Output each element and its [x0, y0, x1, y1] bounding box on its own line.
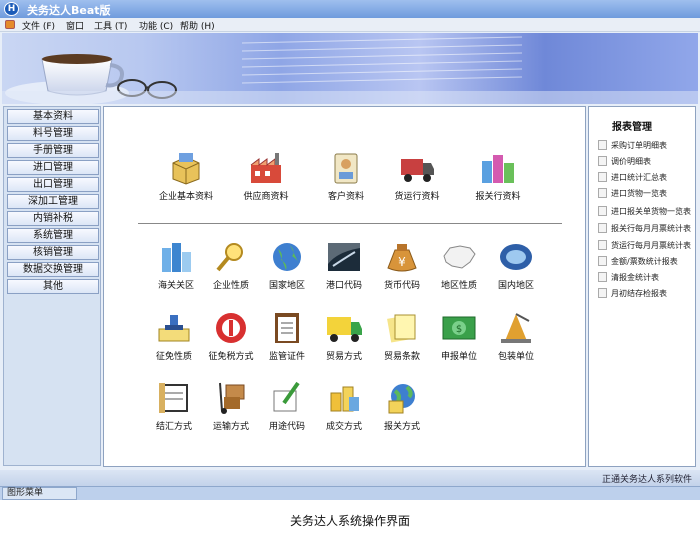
report-item[interactable]: 进口统计汇总表	[598, 171, 694, 185]
money-bag-icon: ¥	[387, 244, 417, 272]
sidebar-item-verification[interactable]: 核销管理	[7, 245, 99, 260]
menu-item-broker-info[interactable]: 报关行资料	[458, 151, 538, 215]
clipboard-icon	[275, 313, 299, 343]
sidebar-item-deep-processing[interactable]: 深加工管理	[7, 194, 99, 209]
port-icon	[328, 243, 360, 271]
report-item[interactable]: 采购订单明细表	[598, 139, 694, 153]
page-caption: 关务达人系统操作界面	[289, 514, 410, 528]
buildings-icon	[482, 155, 514, 183]
report-item[interactable]: 进口报关单货物一览表	[598, 205, 694, 219]
header-banner-image	[2, 33, 698, 104]
sidebar-item-import[interactable]: 进口管理	[7, 160, 99, 175]
svg-text:¥: ¥	[398, 255, 406, 269]
app-window: H 关务达人Beat版 文件 (F) 窗口 工具 (T) 功能 (C) 帮助 (…	[0, 0, 700, 500]
sidebar-item-manual[interactable]: 手册管理	[7, 143, 99, 158]
document-icon	[598, 140, 607, 150]
report-item[interactable]: 货运行每月月票统计表	[598, 239, 694, 253]
truck-icon	[401, 159, 434, 182]
city-buildings-icon	[162, 243, 191, 272]
menu-help[interactable]: 帮助 (H)	[180, 19, 215, 32]
sidebar: 基本资料 料号管理 手册管理 进口管理 出口管理 深加工管理 内销补税 系统管理…	[3, 106, 101, 466]
sidebar-item-domestic-tax[interactable]: 内销补税	[7, 211, 99, 226]
document-icon	[598, 206, 607, 216]
document-icon	[598, 256, 607, 266]
banknote-icon: $	[442, 316, 476, 340]
menu-item-forwarder-info[interactable]: 货运行资料	[377, 151, 457, 215]
menu-item-domestic-region[interactable]: 国内地区	[476, 240, 556, 304]
report-item[interactable]: 报关行每月月票统计表	[598, 222, 694, 236]
report-panel: 报表管理 采购订单明细表 调价明细表 进口统计汇总表 进口货物一览表 进口报关单…	[588, 106, 696, 467]
document-icon	[598, 156, 607, 166]
documents-icon	[387, 314, 416, 343]
report-item[interactable]: 进口货物一览表	[598, 187, 694, 201]
stamp-icon	[158, 315, 190, 342]
menu-file[interactable]: 文件 (F)	[22, 19, 55, 32]
crane-icon	[501, 313, 531, 343]
ledger-icon	[159, 383, 188, 413]
magnifier-icon	[216, 243, 243, 272]
hand-truck-icon	[219, 382, 245, 414]
menu-item-packaging-unit[interactable]: 包装单位	[476, 311, 556, 375]
coins-icon	[330, 386, 359, 412]
stadium-icon	[500, 244, 532, 270]
customs-emblem-icon	[216, 313, 246, 343]
menu-item-customer-info[interactable]: 客户资料	[306, 151, 386, 215]
document-icon	[598, 240, 607, 250]
status-bar: 正通关务达人系列软件	[0, 470, 700, 486]
document-icon	[598, 288, 607, 298]
document-icon	[598, 223, 607, 233]
title-bar: H 关务达人Beat版	[0, 0, 700, 18]
menu-bar: 文件 (F) 窗口 工具 (T) 功能 (C) 帮助 (H)	[0, 18, 700, 32]
tab-graphic-menu[interactable]: 图形菜单	[2, 487, 77, 500]
globe-icon	[273, 243, 301, 271]
svg-text:$: $	[456, 324, 462, 335]
pen-paper-icon	[273, 381, 300, 412]
report-item[interactable]: 调价明细表	[598, 155, 694, 169]
window-title: 关务达人Beat版	[27, 4, 111, 17]
section-divider	[138, 223, 562, 224]
globe-document-icon	[388, 384, 415, 414]
sidebar-item-export[interactable]: 出口管理	[7, 177, 99, 192]
menu-item-supplier-info[interactable]: 供应商资料	[226, 151, 306, 215]
report-item[interactable]: 月初结存检报表	[598, 287, 694, 301]
status-text: 正通关务达人系列软件	[601, 475, 692, 485]
menu-item-enterprise-info[interactable]: 企业基本资料	[146, 151, 226, 215]
graphic-menu-panel: 企业基本资料 供应商资料 客户资料 货运行资料 报关行资料 海关关区 企业性质	[103, 106, 586, 467]
menu-tools[interactable]: 工具 (T)	[94, 19, 127, 32]
sidebar-item-data-exchange[interactable]: 数据交换管理	[7, 262, 99, 277]
china-map-icon	[443, 245, 476, 269]
bottom-tab-bar: 图形菜单	[0, 486, 700, 500]
sidebar-item-system[interactable]: 系统管理	[7, 228, 99, 243]
report-item[interactable]: 清报金统计表	[598, 271, 694, 285]
box-icon	[172, 153, 200, 185]
app-logo-icon: H	[4, 2, 19, 16]
sidebar-item-other[interactable]: 其他	[7, 279, 99, 294]
report-panel-title: 报表管理	[612, 122, 652, 133]
menu-item-declaration-method[interactable]: 报关方式	[362, 381, 442, 445]
factory-icon	[250, 153, 281, 183]
sidebar-item-part-number[interactable]: 料号管理	[7, 126, 99, 141]
system-menu-icon[interactable]	[5, 20, 15, 29]
menu-functions[interactable]: 功能 (C)	[139, 19, 173, 32]
sidebar-item-basic-info[interactable]: 基本资料	[7, 109, 99, 124]
document-icon	[598, 272, 607, 282]
report-item[interactable]: 金额/票数统计报表	[598, 255, 694, 269]
address-book-icon	[334, 153, 358, 184]
document-icon	[598, 188, 607, 198]
delivery-truck-icon	[327, 317, 362, 342]
document-icon	[598, 172, 607, 182]
menu-window[interactable]: 窗口	[66, 19, 84, 32]
